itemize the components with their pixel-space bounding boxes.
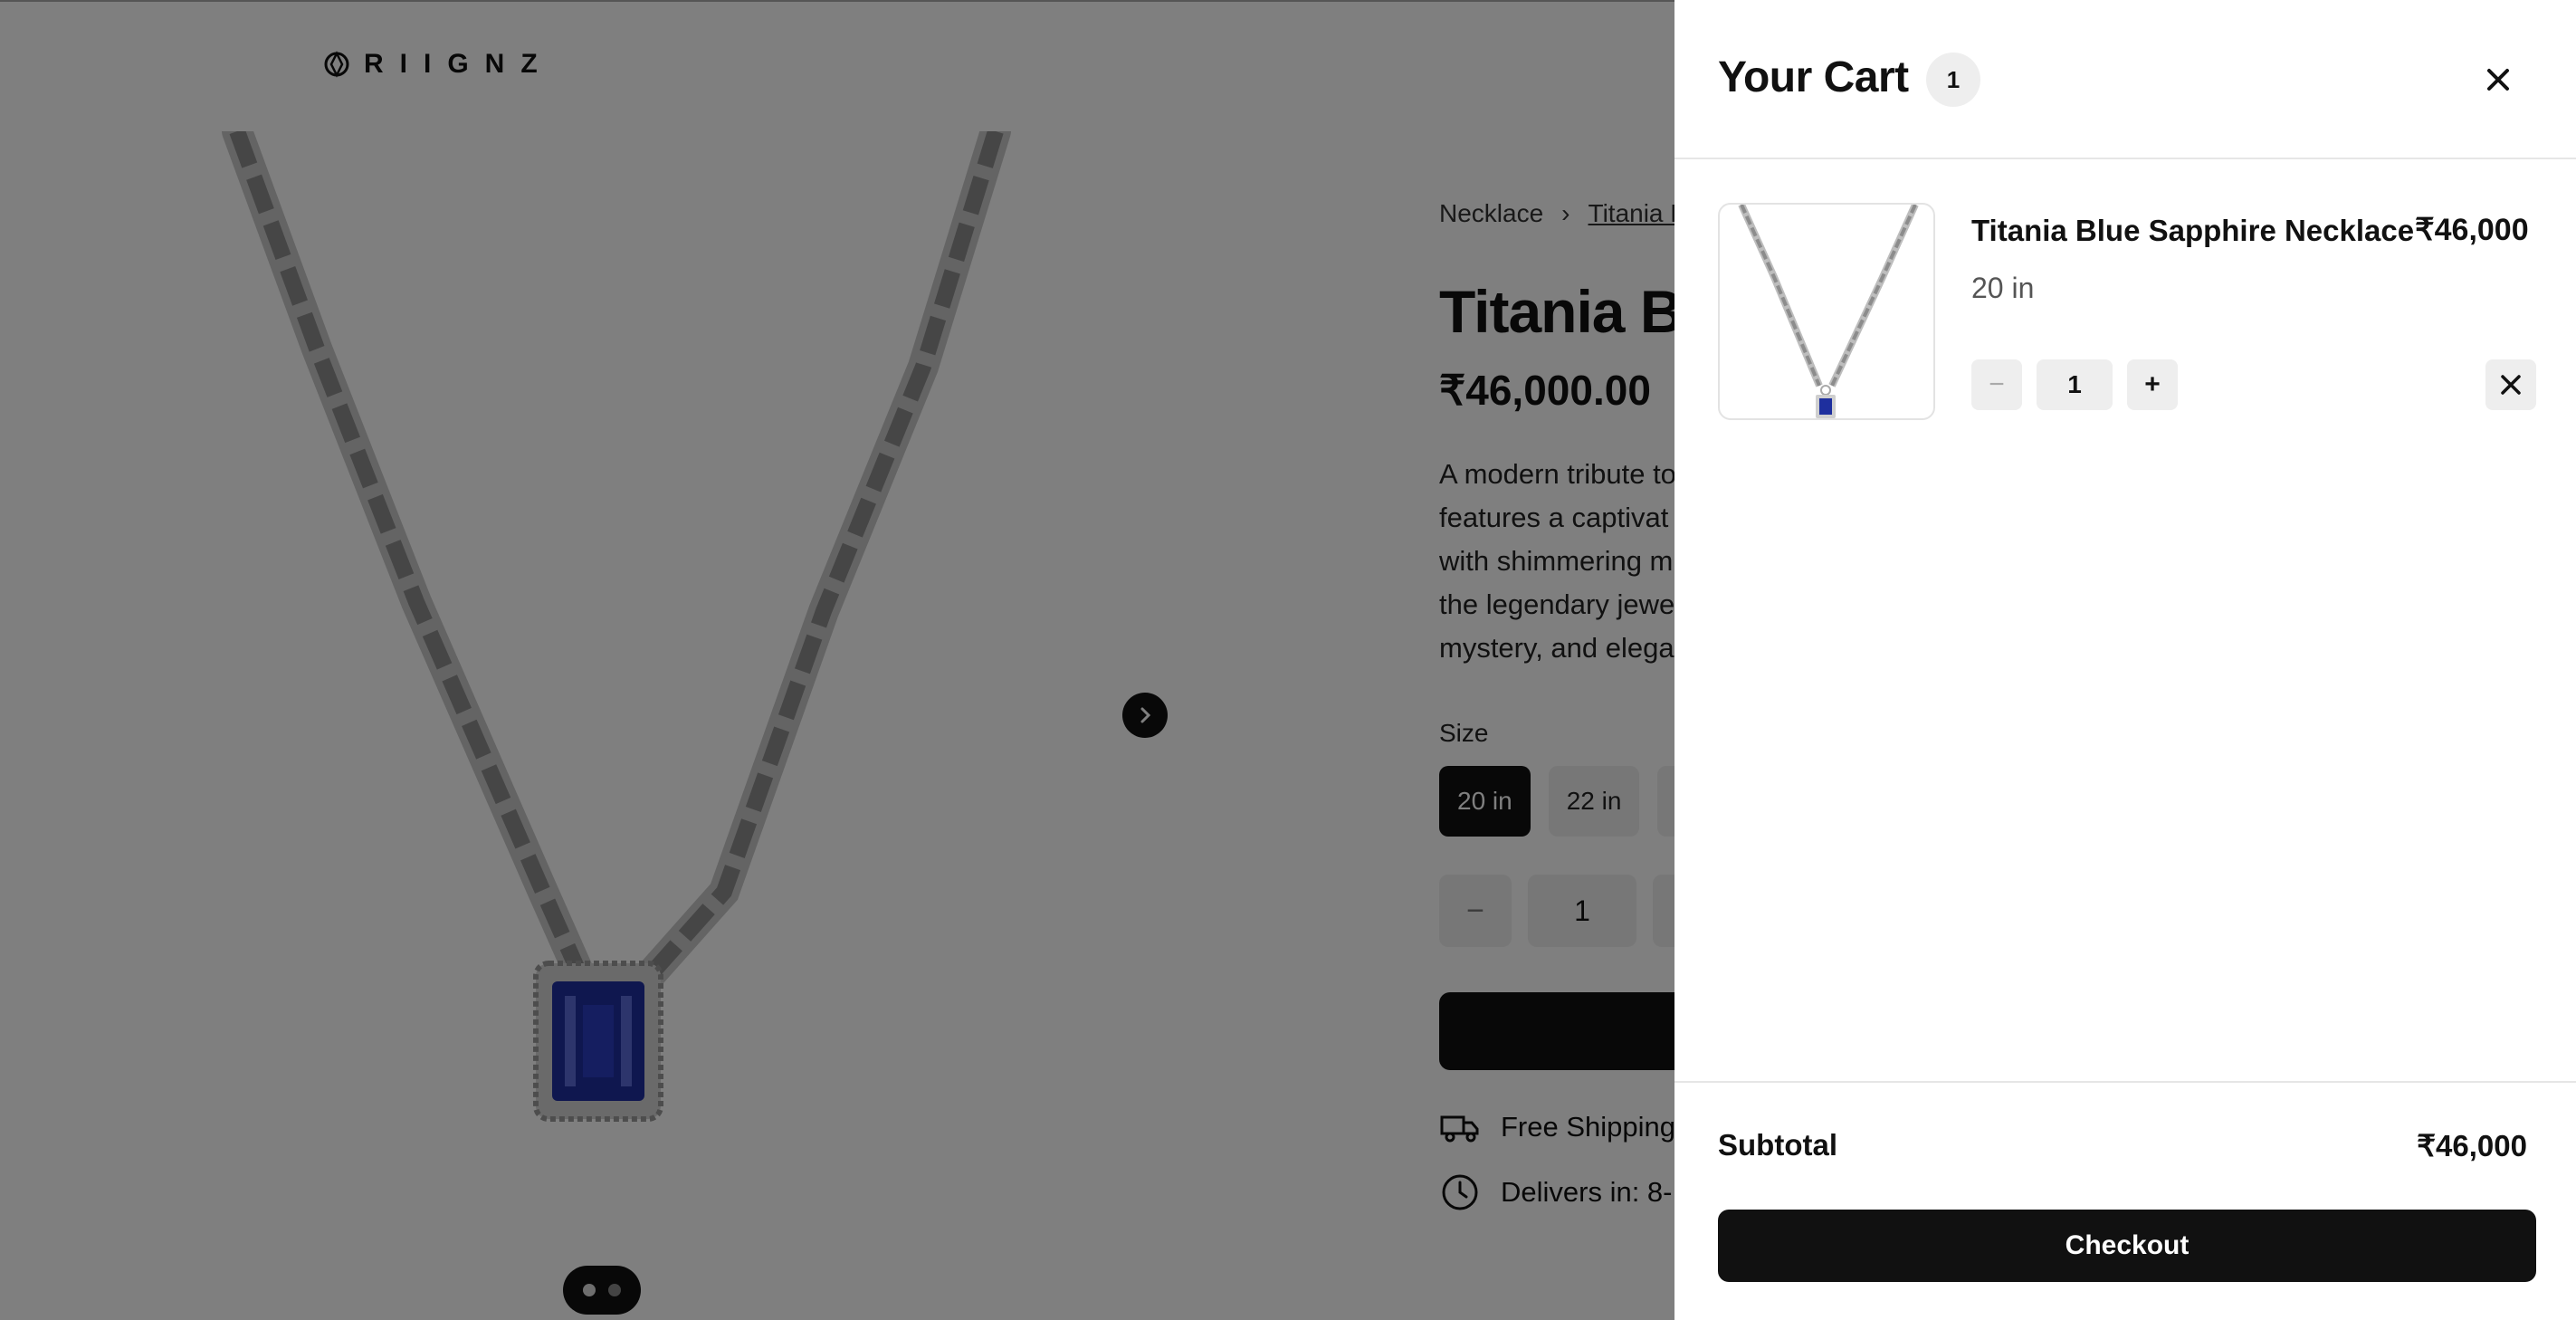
- cart-item-image: [1738, 205, 1919, 418]
- cart-drawer: Your Cart 1 Titania Blue Sapphire Neckla…: [1674, 0, 2576, 1320]
- cart-item-remove-button[interactable]: [2485, 359, 2536, 410]
- cart-item-variant: 20 in: [1971, 272, 2035, 304]
- cart-item-quantity[interactable]: 1: [2037, 359, 2113, 410]
- subtotal-label: Subtotal: [1718, 1128, 1837, 1162]
- cart-item-price: ₹46,000: [2415, 213, 2529, 247]
- cart-count-badge: 1: [1926, 53, 1980, 107]
- cart-header: Your Cart 1: [1674, 0, 2576, 159]
- close-icon: [2487, 69, 2509, 91]
- cart-item-thumbnail[interactable]: [1718, 203, 1935, 420]
- cart-title: Your Cart: [1718, 53, 1909, 101]
- cart-item-decrease-button[interactable]: −: [1971, 359, 2022, 410]
- checkout-button[interactable]: Checkout: [1718, 1210, 2536, 1282]
- cart-item-name[interactable]: Titania Blue Sapphire Necklace: [1971, 214, 2414, 248]
- minus-icon: −: [1989, 369, 2005, 399]
- remove-icon: [2501, 375, 2521, 395]
- plus-icon: +: [2144, 369, 2161, 399]
- cart-footer: Subtotal ₹46,000 Checkout: [1674, 1081, 2576, 1320]
- cart-item-increase-button[interactable]: +: [2127, 359, 2178, 410]
- modal-backdrop[interactable]: [0, 0, 1674, 1320]
- cart-close-button[interactable]: [2478, 60, 2518, 100]
- subtotal-value: ₹46,000: [2417, 1129, 2527, 1162]
